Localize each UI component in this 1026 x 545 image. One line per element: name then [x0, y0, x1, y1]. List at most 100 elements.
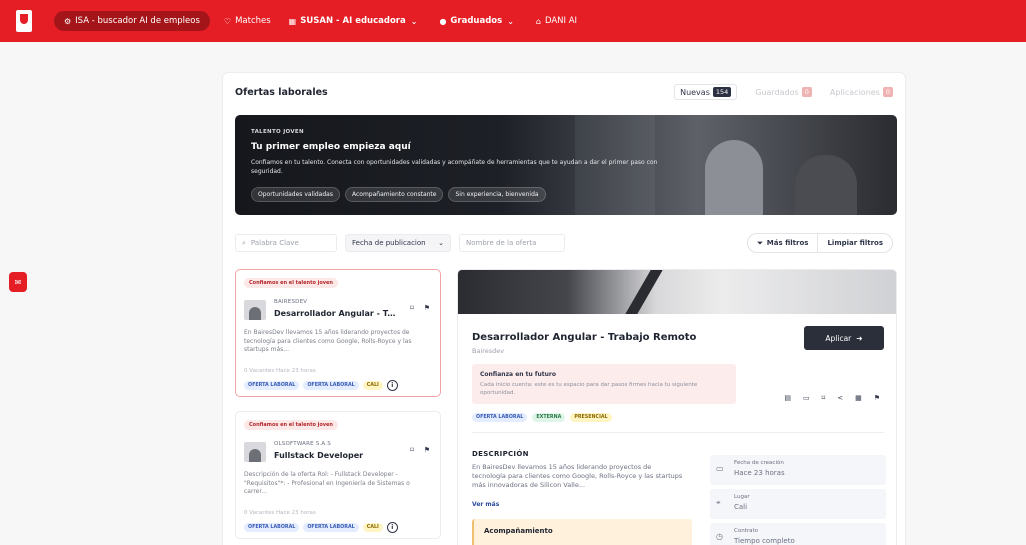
- job-tags: OFERTA LABORAL OFERTA LABORAL CALI i: [244, 380, 398, 391]
- job-card[interactable]: Confiamos en el talento joven BAIRESDEV …: [235, 269, 441, 397]
- trust-title: Confianza en tu futuro: [480, 371, 556, 378]
- job-tag: OFERTA LABORAL: [244, 381, 300, 390]
- job-card[interactable]: Confiamos en el talento joven OLSOFTWARE…: [235, 411, 441, 539]
- job-tag: CALI: [362, 381, 383, 390]
- bookmark-icon[interactable]: ⌑: [410, 446, 414, 454]
- nav-item-label: ISA - buscador AI de empleos: [75, 16, 200, 26]
- date-filter-select[interactable]: Fecha de publicacion ⌄: [345, 234, 451, 252]
- info-value: Tiempo completo: [734, 537, 795, 545]
- more-filters-button[interactable]: ⏷ Más filtros: [748, 234, 817, 252]
- job-tag: OFERTA LABORAL: [303, 381, 359, 390]
- filter-buttons: ⏷ Más filtros Limpiar filtros: [747, 233, 893, 253]
- hero-chips: Oportunidades validadas Acompañamiento c…: [251, 187, 546, 202]
- tab-count-badge: 0: [801, 87, 812, 97]
- top-navigation-bar: ⚙ ISA - buscador AI de empleos ♡ Matches…: [0, 0, 1026, 42]
- detail-tags: OFERTA LABORAL EXTERNA PRESENCIAL: [472, 413, 612, 422]
- flag-icon[interactable]: ⚑: [874, 394, 880, 402]
- tab-nuevas[interactable]: Nuevas 154: [674, 84, 738, 100]
- filter-icon: ⏷: [757, 238, 763, 247]
- tab-aplicaciones[interactable]: Aplicaciones 0: [830, 87, 893, 97]
- hero-chip: Oportunidades validadas: [251, 187, 340, 202]
- accompaniment-title: Acompañamiento: [484, 527, 553, 535]
- detail-tag: PRESENCIAL: [570, 413, 612, 422]
- company-logo: [244, 300, 266, 320]
- flag-icon[interactable]: ⚑: [424, 304, 430, 312]
- job-cover-image: [458, 270, 896, 314]
- date-filter-label: Fecha de publicacion: [352, 239, 426, 247]
- job-actions: ⌑ ⚑: [410, 446, 430, 454]
- tab-guardados[interactable]: Guardados 0: [755, 87, 812, 97]
- offer-name-placeholder: Nombre de la oferta: [466, 239, 537, 247]
- tab-label: Guardados: [755, 87, 799, 97]
- tab-count-badge: 154: [712, 87, 732, 97]
- nav-item-label: SUSAN - AI educadora: [300, 16, 406, 26]
- location-icon: ⌖: [716, 498, 721, 507]
- job-description: En BairesDev llevamos 15 años liderando …: [244, 329, 412, 353]
- clear-filters-button[interactable]: Limpiar filtros: [817, 234, 892, 252]
- hero-banner: TALENTO JOVEN Tu primer empleo empieza a…: [235, 115, 897, 215]
- hero-photo-person: [795, 155, 857, 215]
- hero-chip: Sin experiencia, bienvenida: [448, 187, 546, 202]
- gear-icon: ⚙: [64, 16, 72, 26]
- heart-icon: ♡: [223, 16, 232, 26]
- job-detail-panel: Desarrollador Angular - Trabajo Remoto B…: [457, 269, 897, 545]
- nav-item-susan[interactable]: ▦ SUSAN - AI educadora ⌄: [289, 16, 422, 26]
- info-icon[interactable]: i: [386, 522, 398, 533]
- nav-item-graduados[interactable]: ● Graduados ⌄: [439, 16, 517, 26]
- detail-company: Bairesdev: [472, 347, 505, 355]
- tab-label: Nuevas: [680, 87, 710, 97]
- arrow-right-icon: ➜: [856, 333, 863, 343]
- apply-button[interactable]: Aplicar ➜: [804, 326, 884, 350]
- nav-item-dani[interactable]: ⌂ DANI AI: [536, 16, 577, 26]
- hero-title: Tu primer empleo empieza aquí: [251, 142, 411, 152]
- hero-photo-person: [705, 140, 763, 215]
- chevron-down-icon: ⌄: [507, 16, 514, 26]
- info-label: Fecha de creación: [734, 460, 784, 466]
- panel-header: Ofertas laborales Nuevas 154 Guardados 0…: [235, 83, 893, 101]
- description-text: En BairesDev llevamos 15 años liderando …: [472, 463, 683, 489]
- flag-icon[interactable]: ⚑: [424, 446, 430, 454]
- divider: [472, 432, 884, 433]
- keyword-placeholder: Palabra Clave: [250, 239, 299, 247]
- talent-badge: Confiamos en el talento joven: [244, 278, 338, 288]
- nav-item-matches[interactable]: ♡ Matches: [224, 16, 271, 26]
- nav-item-isa[interactable]: ⚙ ISA - buscador AI de empleos: [54, 11, 210, 31]
- job-tag: OFERTA LABORAL: [303, 523, 359, 532]
- hero-description: Confiamos en tu talento. Conecta con opo…: [251, 159, 658, 175]
- document-icon[interactable]: ▤: [784, 394, 791, 402]
- university-logo[interactable]: [16, 10, 32, 32]
- job-title: Fullstack Developer: [274, 451, 364, 460]
- info-label: Contrato: [734, 528, 759, 534]
- chat-icon[interactable]: ▭: [803, 394, 810, 402]
- search-icon: ⌕: [242, 238, 246, 247]
- page-title: Ofertas laborales: [235, 86, 328, 98]
- apply-label: Aplicar: [825, 333, 852, 343]
- keyword-search-input[interactable]: ⌕ Palabra Clave: [235, 234, 337, 252]
- job-cover-pen: [625, 270, 663, 314]
- job-company: BAIRESDEV: [274, 299, 308, 305]
- clear-filters-label: Limpiar filtros: [827, 239, 883, 247]
- calendar-icon[interactable]: ▦: [855, 394, 862, 402]
- tab-label: Aplicaciones: [829, 87, 880, 97]
- robot-icon: ⌂: [535, 16, 541, 26]
- job-detail-card: Desarrollador Angular - Trabajo Remoto B…: [458, 314, 896, 545]
- detail-actions: ▤ ▭ ⌑ < ▦ ⚑: [784, 394, 880, 402]
- detail-tag: EXTERNA: [532, 413, 566, 422]
- info-value: Cali: [734, 503, 748, 511]
- see-more-link[interactable]: Ver más: [472, 501, 499, 508]
- more-filters-label: Más filtros: [766, 239, 809, 247]
- info-icon[interactable]: i: [386, 380, 398, 391]
- share-icon[interactable]: <: [837, 394, 843, 402]
- info-creation-date: ▭ Fecha de creación Hace 23 horas: [710, 455, 886, 485]
- job-description: Descripción de la oferta Rol: - Fullstac…: [244, 471, 410, 495]
- talent-badge: Confiamos en el talento joven: [244, 420, 338, 430]
- hero-chip: Acompañamiento constante: [344, 187, 444, 202]
- trust-box: Confianza en tu futuro Cada inicio cuent…: [472, 364, 736, 404]
- chat-bubble-icon[interactable]: ✉: [9, 272, 27, 292]
- trust-description: Cada inicio cuenta: este es tu espacio p…: [480, 382, 698, 396]
- graduation-icon: ●: [439, 16, 447, 26]
- bookmark-icon[interactable]: ⌑: [822, 394, 826, 402]
- filter-bar: ⌕ Palabra Clave Fecha de publicacion ⌄ N…: [235, 233, 893, 253]
- offer-name-input[interactable]: Nombre de la oferta: [459, 234, 565, 252]
- bookmark-icon[interactable]: ⌑: [410, 304, 414, 312]
